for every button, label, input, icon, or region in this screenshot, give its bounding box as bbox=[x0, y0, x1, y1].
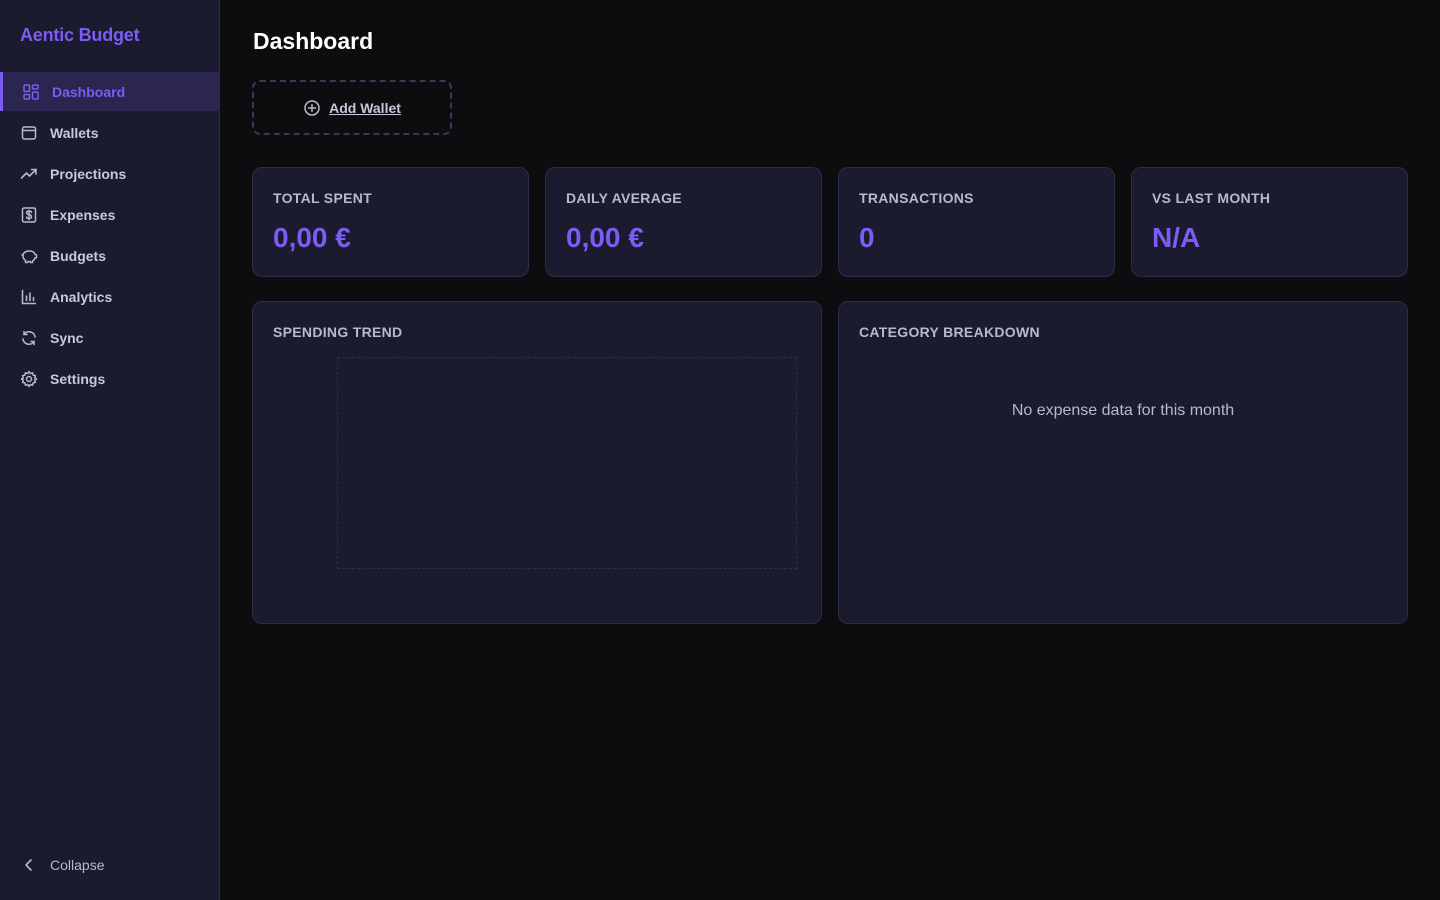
stat-card-total-spent: TOTAL SPENT 0,00 € bbox=[252, 167, 529, 277]
add-wallet-button[interactable]: Add Wallet bbox=[252, 80, 452, 135]
stat-card-daily-average: DAILY AVERAGE 0,00 € bbox=[545, 167, 822, 277]
collapse-label: Collapse bbox=[50, 857, 105, 873]
sidebar-nav: Dashboard Wallets Projections Expenses B… bbox=[0, 72, 219, 400]
sidebar-item-label: Settings bbox=[50, 370, 106, 387]
gear-icon bbox=[20, 370, 38, 388]
piggy-bank-icon bbox=[20, 247, 38, 265]
collapse-button[interactable]: Collapse bbox=[20, 852, 104, 878]
sidebar-item-dashboard[interactable]: Dashboard bbox=[0, 72, 219, 111]
chevron-left-icon bbox=[20, 856, 38, 874]
sidebar-item-label: Analytics bbox=[50, 288, 113, 305]
sidebar: Aentic Budget Dashboard Wallets Projecti… bbox=[0, 0, 220, 900]
stat-card-transactions: TRANSACTIONS 0 bbox=[838, 167, 1115, 277]
panel-title: CATEGORY BREAKDOWN bbox=[859, 324, 1040, 340]
stat-label: VS LAST MONTH bbox=[1152, 190, 1271, 206]
trending-up-icon bbox=[20, 165, 38, 183]
sidebar-item-label: Expenses bbox=[50, 206, 116, 223]
spending-trend-chart-area bbox=[337, 357, 797, 569]
empty-state-message: No expense data for this month bbox=[1011, 402, 1235, 419]
add-wallet-label: Add Wallet bbox=[329, 99, 401, 116]
dashboard-icon bbox=[22, 83, 40, 101]
sidebar-item-sync[interactable]: Sync bbox=[0, 318, 219, 357]
spending-trend-panel: SPENDING TREND bbox=[252, 301, 822, 624]
sidebar-item-budgets[interactable]: Budgets bbox=[0, 236, 219, 275]
sidebar-item-label: Wallets bbox=[50, 124, 99, 141]
stat-value: N/A bbox=[1152, 222, 1201, 253]
category-breakdown-panel: CATEGORY BREAKDOWN No expense data for t… bbox=[838, 301, 1408, 624]
stat-card-vs-last-month: VS LAST MONTH N/A bbox=[1131, 167, 1408, 277]
sidebar-item-expenses[interactable]: Expenses bbox=[0, 195, 219, 234]
stat-value: 0,00 € bbox=[566, 222, 644, 253]
panel-title: SPENDING TREND bbox=[273, 324, 403, 340]
app-root: Aentic Budget Dashboard Wallets Projecti… bbox=[0, 0, 1440, 900]
plus-circle-icon bbox=[303, 99, 321, 117]
sidebar-item-wallets[interactable]: Wallets bbox=[0, 113, 219, 152]
sidebar-item-label: Dashboard bbox=[52, 83, 126, 100]
stat-label: TRANSACTIONS bbox=[859, 190, 974, 206]
app-logo-text: Aentic Budget bbox=[20, 25, 140, 45]
sidebar-item-label: Sync bbox=[50, 329, 84, 346]
stat-value: 0,00 € bbox=[273, 222, 351, 253]
sidebar-item-analytics[interactable]: Analytics bbox=[0, 277, 219, 316]
refresh-icon bbox=[20, 329, 38, 347]
page-title: Dashboard bbox=[253, 28, 374, 54]
sidebar-item-label: Budgets bbox=[50, 247, 106, 264]
sidebar-item-label: Projections bbox=[50, 165, 127, 182]
wallet-icon bbox=[20, 124, 38, 142]
stat-label: TOTAL SPENT bbox=[273, 190, 372, 206]
receipt-dollar-icon bbox=[20, 206, 38, 224]
stat-label: DAILY AVERAGE bbox=[566, 190, 682, 206]
stat-value: 0 bbox=[859, 222, 875, 253]
bar-chart-icon bbox=[20, 288, 38, 306]
sidebar-item-settings[interactable]: Settings bbox=[0, 359, 219, 398]
sidebar-item-projections[interactable]: Projections bbox=[0, 154, 219, 193]
